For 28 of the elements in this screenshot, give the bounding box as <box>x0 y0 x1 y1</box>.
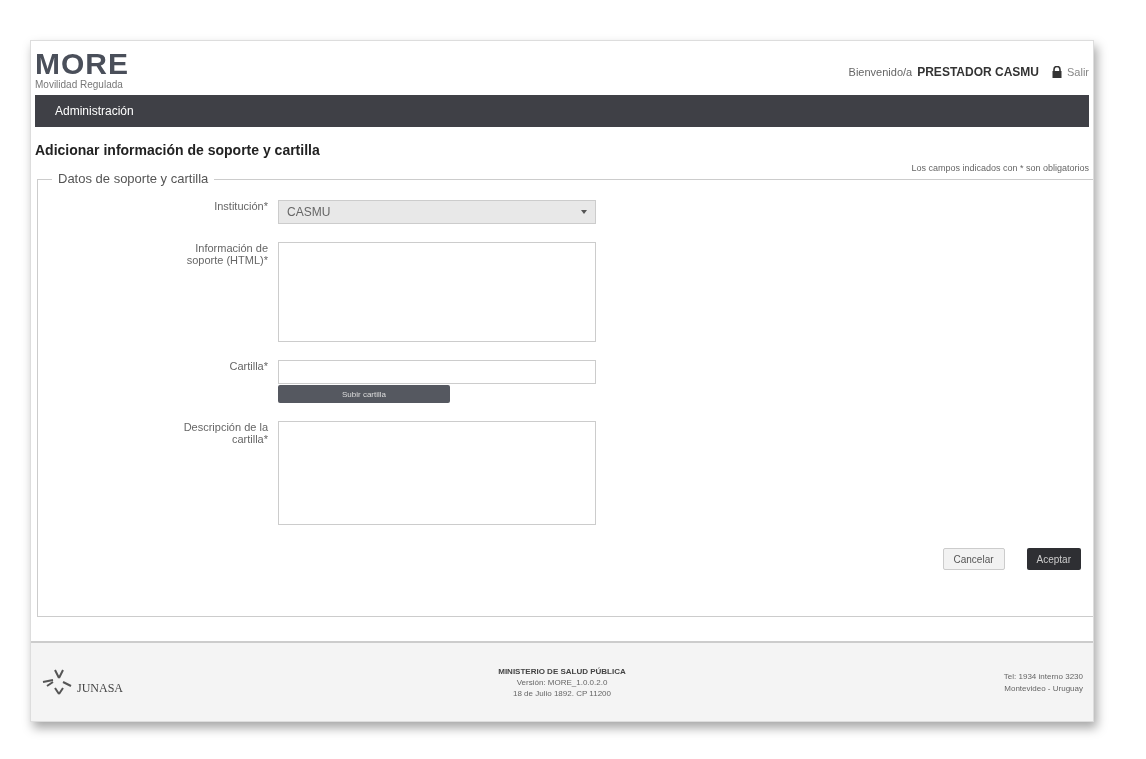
footer-text: 18 de Julio 1892. CP 11200 <box>513 688 611 698</box>
field-label: Institución* <box>213 200 269 212</box>
junasa-logo: JUNASA <box>77 681 123 696</box>
file-field[interactable] <box>278 360 596 384</box>
field-label: Cartilla* <box>228 360 269 372</box>
upload-button[interactable]: Subir cartilla <box>278 385 450 403</box>
footer-text: MINISTERIO DE SALUD PÚBLICA <box>498 666 626 676</box>
accept-button[interactable]: Aceptar <box>1026 548 1081 570</box>
nav-tab[interactable]: Administración <box>49 100 140 122</box>
fieldset-legend: Datos de soporte y cartilla <box>52 171 215 186</box>
user-name: PRESTADOR CASMU <box>917 65 1039 79</box>
footer-text: Montevideo - Uruguay <box>1004 683 1083 693</box>
page-title: Adicionar información de soporte y cartilla <box>35 142 320 158</box>
logout-link[interactable]: Salir <box>1067 66 1089 78</box>
text-area[interactable] <box>278 242 596 342</box>
dropdown-icon <box>581 209 587 215</box>
text-area[interactable] <box>278 421 596 525</box>
field-label: Descripción de la cartilla* <box>182 421 269 445</box>
field-label: Información de soporte (HTML)* <box>185 242 269 266</box>
welcome-text: Bienvenido/a <box>848 66 913 78</box>
more-logo: MORE <box>35 49 129 79</box>
cancel-button[interactable]: Cancelar <box>942 548 1005 570</box>
required-note: Los campos indicados con * son obligatorios <box>911 163 1089 173</box>
logo-subtitle: Movilidad Regulada <box>35 79 124 90</box>
lock-icon <box>1052 66 1062 78</box>
footer-text: Versión: MORE_1.0.0.2.0 <box>516 677 608 687</box>
footer-text: Tel: 1934 interno 3230 <box>1003 671 1083 681</box>
institution-select[interactable]: CASMU <box>278 200 596 224</box>
